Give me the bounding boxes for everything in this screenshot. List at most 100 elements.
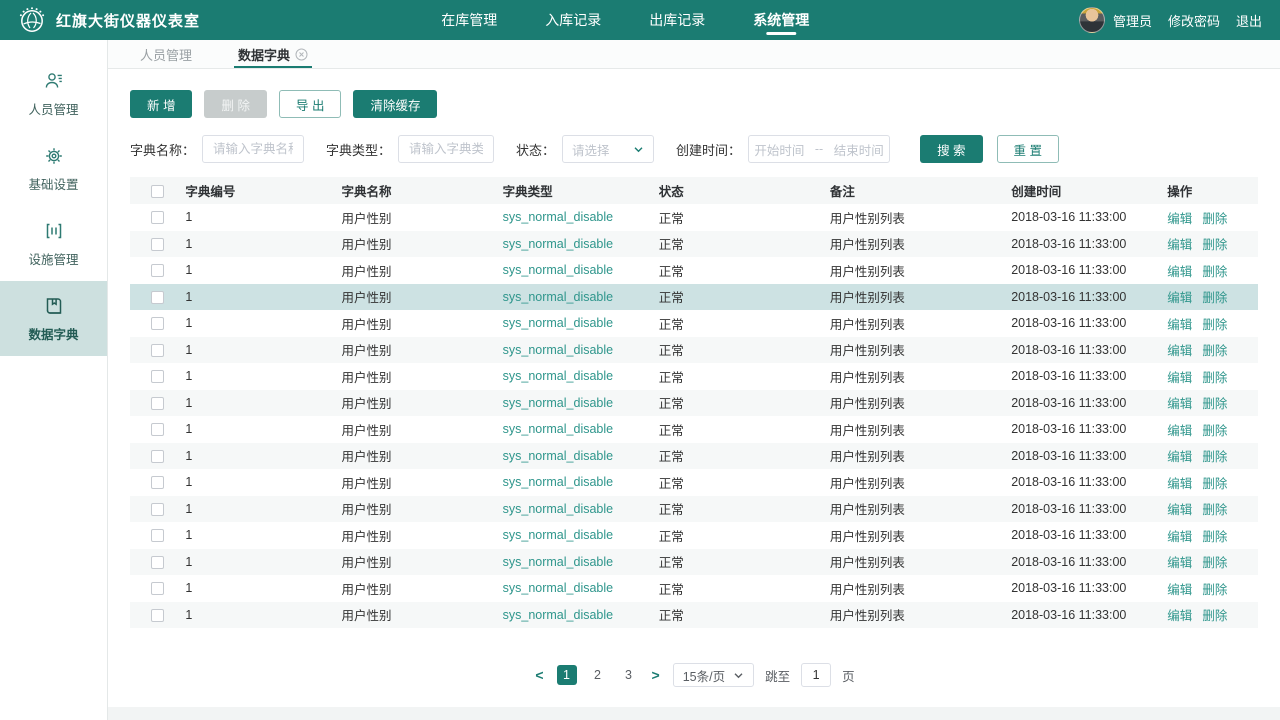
- delete-button[interactable]: 删 除: [204, 90, 267, 118]
- table-row[interactable]: 1 用户性别 sys_normal_disable 正常 用户性别列表 2018…: [130, 283, 1258, 311]
- delete-link[interactable]: 删除: [1202, 477, 1227, 491]
- edit-link[interactable]: 编辑: [1167, 424, 1192, 438]
- delete-link[interactable]: 删除: [1202, 583, 1227, 597]
- delete-link[interactable]: 删除: [1202, 291, 1227, 305]
- table-row[interactable]: 1 用户性别 sys_normal_disable 正常 用户性别列表 2018…: [130, 310, 1258, 337]
- next-page-arrow[interactable]: >: [650, 667, 662, 683]
- page-button-2[interactable]: 2: [588, 665, 608, 685]
- row-checkbox[interactable]: [151, 582, 165, 596]
- date-range-picker[interactable]: 开始时间 -- 结束时间: [748, 135, 891, 163]
- edit-link[interactable]: 编辑: [1167, 450, 1192, 464]
- dict-type-link[interactable]: sys_normal_disable: [503, 390, 659, 417]
- table-row[interactable]: 1 用户性别 sys_normal_disable 正常 用户性别列表 2018…: [130, 469, 1258, 496]
- clear-cache-button[interactable]: 清除缓存: [353, 90, 438, 118]
- status-select[interactable]: 请选择: [562, 135, 655, 163]
- delete-link[interactable]: 删除: [1202, 344, 1227, 358]
- page-size-select[interactable]: 15条/页: [672, 663, 755, 687]
- row-checkbox[interactable]: [151, 608, 165, 622]
- table-row[interactable]: 1 用户性别 sys_normal_disable 正常 用户性别列表 2018…: [130, 575, 1258, 602]
- edit-link[interactable]: 编辑: [1167, 318, 1192, 332]
- delete-link[interactable]: 删除: [1202, 212, 1227, 226]
- dict-type-link[interactable]: sys_normal_disable: [503, 443, 659, 470]
- nav-item-inbound[interactable]: 入库记录: [545, 0, 601, 40]
- edit-link[interactable]: 编辑: [1167, 583, 1192, 597]
- table-row[interactable]: 1 用户性别 sys_normal_disable 正常 用户性别列表 2018…: [130, 601, 1258, 629]
- table-row[interactable]: 1 用户性别 sys_normal_disable 正常 用户性别列表 2018…: [130, 416, 1258, 443]
- table-row[interactable]: 1 用户性别 sys_normal_disable 正常 用户性别列表 2018…: [130, 336, 1258, 364]
- dict-type-link[interactable]: sys_normal_disable: [503, 231, 659, 258]
- search-button[interactable]: 搜 索: [920, 135, 983, 163]
- table-row[interactable]: 1 用户性别 sys_normal_disable 正常 用户性别列表 2018…: [130, 442, 1258, 470]
- edit-link[interactable]: 编辑: [1167, 371, 1192, 385]
- tab-dictionary[interactable]: 数据字典: [234, 40, 313, 68]
- nav-item-stock[interactable]: 在库管理: [441, 0, 497, 40]
- sidebar-item-facility[interactable]: 设施管理: [0, 206, 107, 281]
- delete-link[interactable]: 删除: [1202, 265, 1227, 279]
- edit-link[interactable]: 编辑: [1167, 344, 1192, 358]
- row-checkbox[interactable]: [151, 370, 165, 384]
- edit-link[interactable]: 编辑: [1167, 212, 1192, 226]
- edit-link[interactable]: 编辑: [1167, 556, 1192, 570]
- delete-link[interactable]: 删除: [1202, 503, 1227, 517]
- dict-type-link[interactable]: sys_normal_disable: [503, 469, 659, 496]
- row-checkbox[interactable]: [151, 502, 165, 516]
- dict-type-input[interactable]: [398, 135, 495, 163]
- dict-type-link[interactable]: sys_normal_disable: [503, 337, 659, 364]
- dict-type-link[interactable]: sys_normal_disable: [503, 363, 659, 390]
- export-button[interactable]: 导 出: [278, 90, 342, 118]
- logout-link[interactable]: 退出: [1236, 11, 1262, 30]
- dict-type-link[interactable]: sys_normal_disable: [503, 310, 659, 337]
- table-row[interactable]: 1 用户性别 sys_normal_disable 正常 用户性别列表 2018…: [130, 495, 1258, 523]
- row-checkbox[interactable]: [151, 396, 165, 410]
- tab-personnel[interactable]: 人员管理: [140, 40, 192, 68]
- edit-link[interactable]: 编辑: [1167, 477, 1192, 491]
- delete-link[interactable]: 删除: [1202, 450, 1227, 464]
- edit-link[interactable]: 编辑: [1167, 609, 1192, 623]
- jump-page-input[interactable]: [801, 663, 832, 687]
- delete-link[interactable]: 删除: [1202, 556, 1227, 570]
- dict-type-link[interactable]: sys_normal_disable: [503, 284, 659, 311]
- row-checkbox[interactable]: [151, 343, 165, 357]
- add-button[interactable]: 新 增: [130, 90, 193, 118]
- row-checkbox[interactable]: [151, 423, 165, 437]
- row-checkbox[interactable]: [151, 449, 165, 463]
- select-all-checkbox[interactable]: [151, 184, 165, 198]
- sidebar-item-dictionary[interactable]: 数据字典: [0, 281, 107, 356]
- edit-link[interactable]: 编辑: [1167, 397, 1192, 411]
- delete-link[interactable]: 删除: [1202, 397, 1227, 411]
- table-row[interactable]: 1 用户性别 sys_normal_disable 正常 用户性别列表 2018…: [130, 548, 1258, 575]
- delete-link[interactable]: 删除: [1202, 318, 1227, 332]
- delete-link[interactable]: 删除: [1202, 530, 1227, 544]
- dict-type-link[interactable]: sys_normal_disable: [503, 602, 659, 629]
- row-checkbox[interactable]: [151, 555, 165, 569]
- delete-link[interactable]: 删除: [1202, 609, 1227, 623]
- dict-type-link[interactable]: sys_normal_disable: [503, 496, 659, 523]
- delete-link[interactable]: 删除: [1202, 424, 1227, 438]
- table-row[interactable]: 1 用户性别 sys_normal_disable 正常 用户性别列表 2018…: [130, 522, 1258, 549]
- prev-page-arrow[interactable]: <: [533, 667, 545, 683]
- dict-type-link[interactable]: sys_normal_disable: [503, 257, 659, 284]
- row-checkbox[interactable]: [151, 237, 165, 251]
- edit-link[interactable]: 编辑: [1167, 291, 1192, 305]
- page-button-1[interactable]: 1: [556, 665, 577, 685]
- dict-type-link[interactable]: sys_normal_disable: [503, 575, 659, 602]
- row-checkbox[interactable]: [151, 317, 165, 331]
- reset-button[interactable]: 重 置: [996, 135, 1060, 163]
- delete-link[interactable]: 删除: [1202, 371, 1227, 385]
- table-row[interactable]: 1 用户性别 sys_normal_disable 正常 用户性别列表 2018…: [130, 257, 1258, 284]
- nav-item-system[interactable]: 系统管理: [753, 0, 809, 40]
- user-menu[interactable]: 管理员: [1078, 7, 1152, 33]
- row-checkbox[interactable]: [151, 529, 165, 543]
- edit-link[interactable]: 编辑: [1167, 530, 1192, 544]
- dict-name-input[interactable]: [202, 135, 305, 163]
- edit-link[interactable]: 编辑: [1167, 238, 1192, 252]
- sidebar-item-personnel[interactable]: 人员管理: [0, 56, 107, 131]
- row-checkbox[interactable]: [151, 211, 165, 225]
- row-checkbox[interactable]: [151, 476, 165, 490]
- table-row[interactable]: 1 用户性别 sys_normal_disable 正常 用户性别列表 2018…: [130, 204, 1258, 231]
- table-row[interactable]: 1 用户性别 sys_normal_disable 正常 用户性别列表 2018…: [130, 363, 1258, 390]
- edit-link[interactable]: 编辑: [1167, 503, 1192, 517]
- table-row[interactable]: 1 用户性别 sys_normal_disable 正常 用户性别列表 2018…: [130, 230, 1258, 258]
- row-checkbox[interactable]: [151, 290, 165, 304]
- row-checkbox[interactable]: [151, 264, 165, 278]
